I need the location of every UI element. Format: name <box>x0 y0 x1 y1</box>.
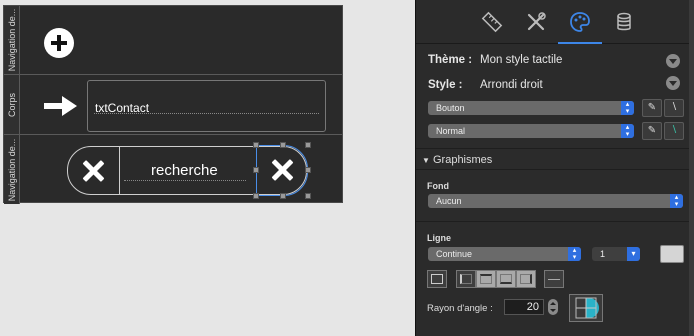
graphismes-title: Graphismes <box>432 154 493 166</box>
field-baseline <box>94 113 319 114</box>
tab-style[interactable] <box>558 8 602 44</box>
border-top-button[interactable] <box>476 270 496 288</box>
ligne-label: Ligne <box>427 233 451 243</box>
disclosure-down-icon: ▼ <box>422 156 430 165</box>
band-label-navigation-top: Navigation de... <box>4 6 20 74</box>
edit-style-button[interactable]: ✎ <box>642 99 662 117</box>
resize-handle[interactable] <box>253 167 259 173</box>
resize-handle[interactable] <box>280 142 286 148</box>
chevron-updown-icon: ▴ ▾ <box>670 194 683 208</box>
style-label: Style : <box>428 79 463 91</box>
chevron-updown-icon: ▴ ▾ <box>568 247 581 261</box>
search-field-text: recherche <box>151 162 218 179</box>
section-divider <box>416 221 694 222</box>
search-separator <box>119 147 120 194</box>
form-canvas[interactable]: Navigation de... Corps txtContact Naviga… <box>0 0 415 336</box>
theme-value: Mon style tactile <box>480 54 563 66</box>
corner-radius-input[interactable]: 20 <box>504 299 544 315</box>
contact-field[interactable]: txtContact <box>87 80 326 132</box>
section-divider <box>416 148 694 149</box>
search-baseline <box>124 180 246 181</box>
corner-radius-stepper[interactable] <box>548 299 558 315</box>
state-select[interactable]: Normal ▴ ▾ <box>428 124 634 138</box>
line-color-swatch[interactable] <box>660 245 684 263</box>
clear-icon[interactable] <box>271 159 293 181</box>
band-navigation-top[interactable]: Navigation de... <box>4 6 342 75</box>
resize-handle[interactable] <box>253 142 259 148</box>
search-field[interactable]: recherche <box>67 142 311 199</box>
corner-selector-icon[interactable] <box>569 294 603 322</box>
chevron-updown-icon: ▴ ▾ <box>621 101 634 115</box>
line-style-select[interactable]: Continue ▴ ▾ <box>428 247 581 261</box>
ruler-icon[interactable] <box>478 8 506 36</box>
resize-handle[interactable] <box>305 193 311 199</box>
resize-handle[interactable] <box>280 193 286 199</box>
reset-state-button[interactable]: ∖ <box>664 122 684 140</box>
border-none-button[interactable] <box>544 270 564 288</box>
arrow-right-icon[interactable] <box>44 95 78 117</box>
band-label-text: Navigation de... <box>6 8 17 72</box>
form-preview[interactable]: Navigation de... Corps txtContact Naviga… <box>3 5 343 204</box>
style-menu-button[interactable] <box>666 76 680 90</box>
graphismes-header[interactable]: ▼ Graphismes <box>422 154 492 166</box>
state-select-value: Normal <box>436 126 466 136</box>
close-icon[interactable] <box>82 160 104 182</box>
reset-style-button[interactable]: ∖ <box>664 99 684 117</box>
inspector-panel: Thème : Mon style tactile Style : Arrond… <box>415 0 694 336</box>
clear-button-selection[interactable] <box>253 142 311 199</box>
chevron-down-icon: ▾ <box>627 247 640 261</box>
style-value: Arrondi droit <box>480 79 543 91</box>
resize-handle[interactable] <box>305 142 311 148</box>
chevron-updown-icon: ▴ ▾ <box>621 124 634 138</box>
fond-label: Fond <box>427 181 449 191</box>
border-left-icon <box>460 274 472 284</box>
resize-handle[interactable] <box>253 193 259 199</box>
section-divider <box>416 169 694 170</box>
line-width-select[interactable]: 1 ▾ <box>592 247 640 261</box>
border-left-button[interactable] <box>456 270 476 288</box>
border-top-icon <box>480 274 492 284</box>
edit-state-button[interactable]: ✎ <box>642 122 662 140</box>
band-label-text: Corps <box>6 92 17 117</box>
line-style-value: Continue <box>436 249 473 259</box>
border-all-icon <box>431 274 443 284</box>
band-label-navigation-bottom: Navigation de... <box>4 135 20 204</box>
inspector-scrollbar[interactable] <box>689 0 694 336</box>
theme-label: Thème : <box>428 54 473 66</box>
theme-menu-button[interactable] <box>666 54 680 68</box>
border-bottom-button[interactable] <box>496 270 516 288</box>
band-label-text: Navigation de... <box>6 138 17 201</box>
element-type-select-value: Bouton <box>436 103 465 113</box>
line-width-value: 1 <box>600 249 606 259</box>
resize-handle[interactable] <box>305 167 311 173</box>
add-circle-icon[interactable] <box>44 28 74 58</box>
band-label-body: Corps <box>4 75 20 134</box>
border-all-button[interactable] <box>427 270 447 288</box>
database-icon[interactable] <box>610 8 638 36</box>
tools-icon[interactable] <box>522 8 550 36</box>
fond-select[interactable]: Aucun ▴ ▾ <box>428 194 683 208</box>
element-type-select[interactable]: Bouton ▴ ▾ <box>428 101 634 115</box>
border-right-icon <box>520 274 532 284</box>
fond-select-value: Aucun <box>436 196 462 206</box>
border-bottom-icon <box>500 274 512 284</box>
inspector-tabs <box>416 0 694 44</box>
corner-radius-label: Rayon d'angle : <box>427 303 493 314</box>
border-none-icon <box>548 279 560 280</box>
palette-icon <box>570 12 590 32</box>
border-right-button[interactable] <box>516 270 536 288</box>
